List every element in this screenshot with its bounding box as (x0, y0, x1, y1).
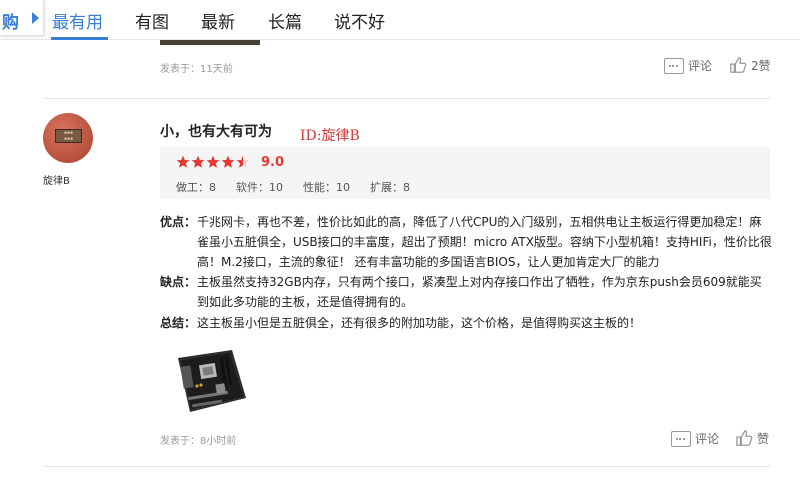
pros-text: 千兆网卡，再也不差，性价比如此的高，降低了八代CPU的入门级别，五相供电让主板运… (197, 215, 772, 269)
review-divider (44, 466, 770, 467)
prev-like-button[interactable]: 2赞 (729, 56, 771, 74)
thumbs-up-icon (729, 56, 747, 74)
review-title: 小，也有大有可为 (160, 124, 272, 140)
summary-label: 总结： (160, 316, 197, 330)
play-arrow-icon (32, 12, 39, 24)
star-icon (191, 155, 205, 168)
review-filter-tabbar: 购 最有用 有图 最新 长篇 说不好 (0, 0, 800, 40)
pros-label: 优点： (160, 215, 197, 229)
active-tab-indicator (51, 37, 108, 40)
side-tab[interactable]: 购 (0, 0, 44, 36)
tab-with-images[interactable]: 有图 (135, 8, 169, 33)
prev-comment-button[interactable]: 评论 (664, 57, 712, 74)
comment-icon (671, 430, 691, 447)
prev-comment-label: 评论 (688, 59, 713, 73)
prev-like-count: 2赞 (751, 58, 771, 73)
review-date: 发表于：8小时前 (160, 436, 237, 447)
avatar-badge-icon: ▪▪▪ ▪▪▪ (55, 129, 82, 143)
watermark-text: ID:旋律B (300, 128, 360, 144)
subscore-expansion: 扩展：8 (370, 181, 410, 194)
comment-button[interactable]: 评论 (671, 430, 719, 447)
star-rating (176, 155, 251, 169)
username[interactable]: 旋律B (43, 172, 70, 187)
comment-icon (664, 57, 684, 74)
motherboard-image[interactable] (170, 346, 255, 416)
subscore-performance: 性能：10 (303, 181, 350, 194)
prev-review-date: 发表于：11天前 (160, 64, 233, 75)
tab-long[interactable]: 长篇 (268, 8, 302, 33)
star-icon (206, 155, 220, 168)
prev-review-image[interactable] (160, 40, 260, 45)
star-icon (221, 155, 235, 168)
star-icon (236, 155, 250, 168)
tab-unsure[interactable]: 说不好 (334, 8, 385, 33)
like-label: 赞 (757, 431, 770, 446)
avatar[interactable]: ▪▪▪ ▪▪▪ (43, 113, 93, 163)
thumbs-up-icon (735, 429, 753, 447)
pros-row: 优点： 千兆网卡，再也不差，性价比如此的高，降低了八代CPU的入门级别，五相供电… (160, 212, 772, 272)
rating-score: 9.0 (261, 155, 285, 170)
rating-box: 9.0 做工：8 软件：10 性能：10 扩展：8 (160, 147, 770, 199)
like-button[interactable]: 赞 (735, 429, 769, 447)
cons-text: 主板虽然支持32GB内存，只有两个接口，紧凑型上对内存接口作出了牺牲，作为京东p… (197, 275, 762, 309)
cons-row: 缺点： 主板虽然支持32GB内存，只有两个接口，紧凑型上对内存接口作出了牺牲，作… (160, 272, 772, 312)
summary-text: 这主板虽小但是五脏俱全，还有很多的附加功能，这个价格，是值得购买这主板的！ (197, 316, 642, 330)
subscore-craft: 做工：8 (176, 181, 216, 194)
subscore-software: 软件：10 (236, 181, 283, 194)
comment-label: 评论 (695, 432, 720, 446)
star-icon (176, 155, 190, 168)
subscores: 做工：8 软件：10 性能：10 扩展：8 (176, 179, 410, 195)
side-tab-label: 购 (2, 13, 19, 33)
cons-label: 缺点： (160, 275, 197, 289)
tab-most-useful[interactable]: 最有用 (52, 8, 103, 33)
review-divider (44, 98, 770, 99)
summary-row: 总结： 这主板虽小但是五脏俱全，还有很多的附加功能，这个价格，是值得购买这主板的… (160, 313, 772, 333)
tab-latest[interactable]: 最新 (201, 8, 235, 33)
